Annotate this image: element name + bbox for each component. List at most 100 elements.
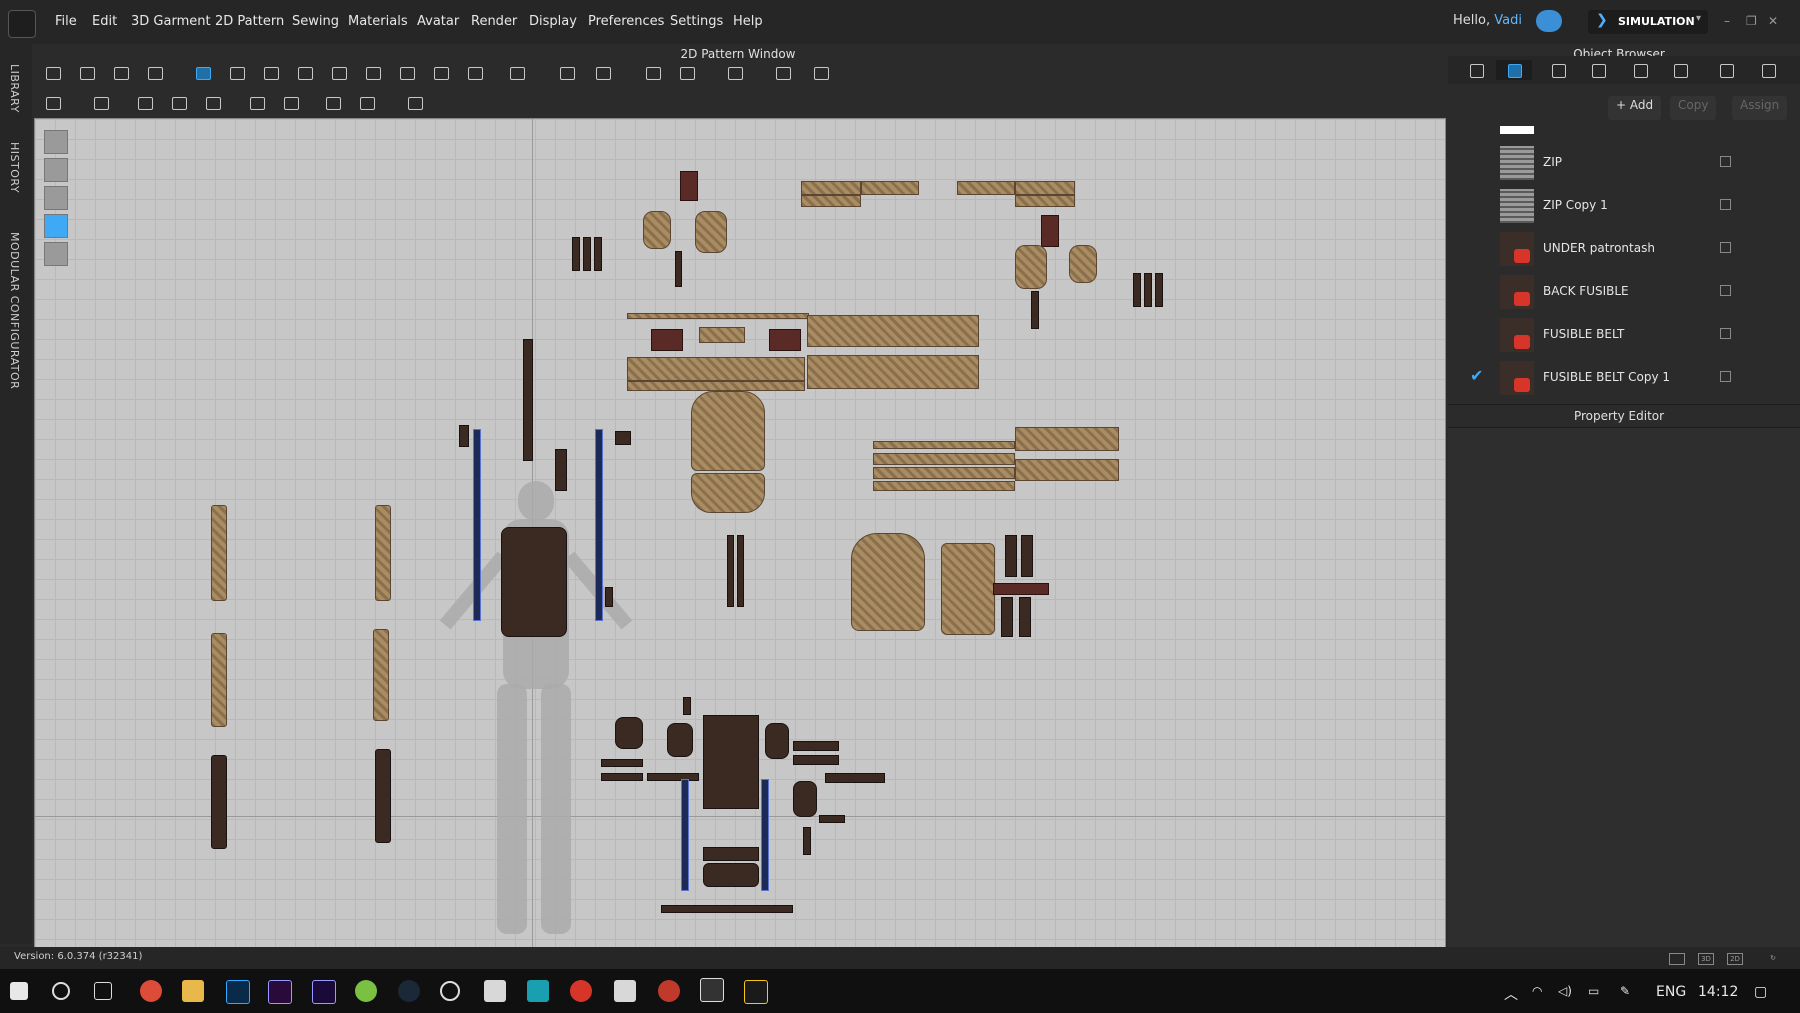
- photoshop-icon[interactable]: [226, 980, 250, 1004]
- pattern-piece[interactable]: [572, 237, 580, 271]
- pattern-piece[interactable]: [683, 697, 691, 715]
- pattern-piece[interactable]: [627, 313, 809, 319]
- trace-tool-icon[interactable]: [464, 64, 486, 82]
- view-2d-icon[interactable]: 2D: [1727, 953, 1743, 965]
- item-options-icon[interactable]: [1720, 371, 1731, 382]
- pattern-piece[interactable]: [873, 467, 1015, 479]
- pattern-piece[interactable]: [699, 327, 745, 343]
- avatar-visibility-icon[interactable]: [44, 158, 68, 182]
- task-view-icon[interactable]: [94, 982, 112, 1000]
- pattern-piece[interactable]: [375, 505, 391, 601]
- fabric-tab-icon[interactable]: [1496, 60, 1532, 80]
- marvelous-icon[interactable]: [744, 980, 768, 1004]
- pattern-canvas[interactable]: [34, 118, 1446, 949]
- graphic-tab-icon[interactable]: [1708, 60, 1744, 80]
- minimize-icon[interactable]: –: [1724, 14, 1730, 28]
- circle-tool-icon[interactable]: [328, 64, 350, 82]
- pattern-piece[interactable]: [793, 755, 839, 765]
- multi-sewing-tool-icon[interactable]: [168, 94, 190, 112]
- topstitch-tab-icon[interactable]: [1580, 60, 1616, 80]
- avatar-display-tool-icon[interactable]: [772, 64, 794, 82]
- zipper-piece[interactable]: [595, 429, 603, 621]
- pattern-piece[interactable]: [1155, 273, 1163, 307]
- pattern-piece[interactable]: [643, 211, 671, 249]
- app-red-circle-icon[interactable]: [658, 980, 680, 1002]
- pattern-piece[interactable]: [459, 425, 469, 447]
- pattern-piece[interactable]: [1069, 245, 1097, 283]
- puckering-tool-icon[interactable]: [322, 94, 344, 112]
- pattern-piece[interactable]: [211, 633, 227, 727]
- list-item[interactable]: UNDER patrontash: [1448, 227, 1788, 270]
- symmetry-tool-icon[interactable]: [556, 64, 578, 82]
- pattern-piece[interactable]: [793, 781, 817, 817]
- menu-materials[interactable]: Materials: [348, 14, 408, 29]
- item-options-icon[interactable]: [1720, 156, 1731, 167]
- language-indicator[interactable]: ENG: [1656, 984, 1686, 1000]
- simulation-mode-button[interactable]: ❯ SIMULATION ▾: [1588, 10, 1708, 34]
- app-circle-icon[interactable]: [440, 981, 460, 1001]
- pattern-piece[interactable]: [801, 195, 861, 207]
- pattern-piece[interactable]: [680, 171, 698, 201]
- copy-button[interactable]: Copy: [1670, 96, 1717, 120]
- pattern-piece[interactable]: [765, 723, 789, 759]
- menu-render[interactable]: Render: [471, 14, 517, 29]
- pattern-piece[interactable]: [647, 773, 699, 781]
- app-teal-icon[interactable]: [527, 980, 549, 1002]
- zipper-piece[interactable]: [761, 779, 769, 891]
- tab-history[interactable]: HISTORY: [8, 142, 21, 193]
- measure-tab-icon[interactable]: [1750, 60, 1786, 80]
- app-image-2-icon[interactable]: [614, 980, 636, 1002]
- pen-icon[interactable]: ✎: [1620, 984, 1630, 998]
- pattern-piece[interactable]: [627, 381, 805, 391]
- pattern-piece[interactable]: [375, 749, 391, 843]
- close-icon[interactable]: ✕: [1768, 14, 1778, 28]
- pattern-piece[interactable]: [941, 543, 995, 635]
- pattern-piece[interactable]: [601, 773, 643, 781]
- windows-start-icon[interactable]: [10, 982, 28, 1000]
- show-hidden-icons[interactable]: ︿: [1504, 984, 1518, 1004]
- dart-tool-icon[interactable]: [396, 64, 418, 82]
- menu-preferences[interactable]: Preferences: [588, 14, 664, 29]
- zipper-piece[interactable]: [473, 429, 481, 621]
- pattern-piece[interactable]: [661, 905, 793, 913]
- edit-curvature-tool-icon[interactable]: [110, 64, 132, 82]
- pattern-piece[interactable]: [1015, 195, 1075, 207]
- maximize-icon[interactable]: ❐: [1746, 14, 1757, 28]
- check-sewing-tool-icon[interactable]: [202, 94, 224, 112]
- tab-library[interactable]: LIBRARY: [8, 64, 21, 113]
- internal-rectangle-tool-icon[interactable]: [362, 64, 384, 82]
- pattern-piece[interactable]: [1031, 291, 1039, 329]
- add-point-tool-icon[interactable]: [192, 64, 214, 82]
- pattern-piece[interactable]: [1019, 597, 1031, 637]
- fold-tool-icon[interactable]: [430, 64, 452, 82]
- button-tool-icon[interactable]: [404, 94, 426, 112]
- pattern-piece[interactable]: [703, 863, 759, 887]
- list-item[interactable]: FUSIBLE BELT: [1448, 313, 1788, 356]
- list-item[interactable]: ZIP Copy 1: [1448, 184, 1788, 227]
- pattern-piece[interactable]: [1015, 245, 1047, 289]
- pattern-piece[interactable]: [819, 815, 845, 823]
- text-style-tool-icon[interactable]: [676, 64, 698, 82]
- info-icon[interactable]: [44, 186, 68, 210]
- topstitch-tool-icon[interactable]: [246, 94, 268, 112]
- menu-3d-garment[interactable]: 3D Garment: [131, 14, 211, 29]
- pattern-piece[interactable]: [667, 723, 693, 757]
- cut-pattern-tool-icon[interactable]: [226, 64, 248, 82]
- pattern-piece[interactable]: [803, 827, 811, 855]
- item-options-icon[interactable]: [1720, 199, 1731, 210]
- item-options-icon[interactable]: [1720, 242, 1731, 253]
- pattern-piece[interactable]: [1001, 597, 1013, 637]
- menu-edit[interactable]: Edit: [92, 14, 117, 29]
- clo-app-icon[interactable]: [700, 978, 724, 1002]
- button-tab-icon[interactable]: [1540, 60, 1576, 80]
- pattern-piece[interactable]: [727, 535, 734, 607]
- piping-tool-icon[interactable]: [356, 94, 378, 112]
- lock-icon[interactable]: [44, 242, 68, 266]
- clock[interactable]: 14:12: [1698, 984, 1738, 1000]
- steam-icon[interactable]: [398, 980, 420, 1002]
- pattern-piece[interactable]: [807, 355, 979, 389]
- pattern-piece[interactable]: [583, 237, 591, 271]
- pattern-piece[interactable]: [601, 759, 643, 767]
- sewing-tool-icon[interactable]: [42, 94, 64, 112]
- app-image-icon[interactable]: [484, 980, 506, 1002]
